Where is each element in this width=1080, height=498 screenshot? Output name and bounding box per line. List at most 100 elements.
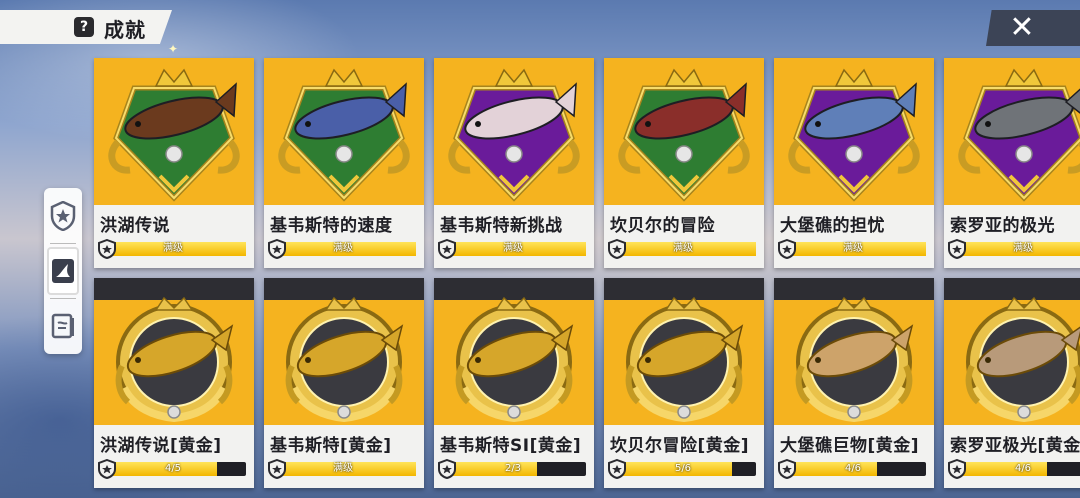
progress-label: 满级 [333,463,353,474]
progress-label: 5/6 [674,463,692,474]
rank-badge-icon [947,458,967,480]
page-title: 成就 [104,18,146,42]
achievement-emblem [604,278,764,428]
achievement-card[interactable]: 大堡礁巨物[黄金] 4/6 [774,278,934,488]
achievement-card[interactable]: 基韦斯特新挑战满级 [434,58,594,268]
card-info: 大堡礁的担忧满级 [774,205,934,268]
progress-bar: 5/6 [610,462,756,476]
progress-bar: 满级 [780,242,926,256]
progress-label: 满级 [673,243,693,254]
achievement-title: 基韦斯特的速度 [270,216,393,236]
achievement-emblem [774,278,934,428]
progress-label: 满级 [333,243,353,254]
tab-star-badge[interactable] [47,192,79,240]
achievement-emblem [94,278,254,428]
card-info: 索罗亚极光[黄金] 4/6 [944,425,1080,488]
progress-label: 满级 [503,243,523,254]
rank-badge-icon [267,458,287,480]
card-info: 大堡礁巨物[黄金] 4/6 [774,425,934,488]
achievement-title: 洪湖传说[黄金] [100,436,222,456]
close-button[interactable]: ✕ [986,10,1080,46]
achievement-card[interactable]: 洪湖传说满级 [94,58,254,268]
achievement-grid: 洪湖传说 满级 基韦斯特的速度 满级 基韦斯特新挑战 满级 坎贝尔的冒险 满级 … [94,58,1080,498]
progress-label: 4/6 [844,463,862,474]
rank-badge-icon [437,238,457,260]
achievement-card[interactable]: 洪湖传说[黄金] 4/5 [94,278,254,488]
rank-badge-icon [267,238,287,260]
card-info: 基韦斯特[黄金] 满级 [264,425,424,488]
progress-bar: 满级 [440,242,586,256]
rank-badge-icon [607,458,627,480]
card-info: 基韦斯特新挑战满级 [434,205,594,268]
fish-fin-icon [52,259,74,283]
rank-badge-icon [947,238,967,260]
progress-bar: 2/3 [440,462,586,476]
achievement-title: 基韦斯特新挑战 [440,216,563,236]
rank-badge-icon [777,238,797,260]
progress-bar: 满级 [100,242,246,256]
achievement-title: 大堡礁的担忧 [780,216,885,236]
progress-label: 满级 [163,243,183,254]
achievement-emblem [264,278,424,428]
achievement-emblem [264,58,424,208]
progress-label: 满级 [1013,243,1033,254]
close-icon: ✕ [1009,10,1035,45]
progress-bar: 满级 [270,462,416,476]
progress-bar: 4/6 [950,462,1080,476]
card-info: 洪湖传说满级 [94,205,254,268]
achievement-card[interactable]: 坎贝尔的冒险满级 [604,58,764,268]
achievement-card[interactable]: 索罗亚极光[黄金] 4/6 [944,278,1080,488]
achievement-emblem [944,58,1080,208]
achievement-title: 基韦斯特[黄金] [270,436,392,456]
achievement-title: 洪湖传说 [100,216,170,236]
tab-book[interactable] [47,302,79,350]
achievement-card[interactable]: 索罗亚的极光满级 [944,58,1080,268]
achievement-emblem [944,278,1080,428]
divider [50,298,76,299]
achievement-emblem [774,58,934,208]
card-info: 基韦斯特SI[黄金] 2/3 [434,425,594,488]
rank-badge-icon [97,458,117,480]
rank-badge-icon [437,458,457,480]
achievement-emblem [604,58,764,208]
card-info: 坎贝尔冒险[黄金] 5/6 [604,425,764,488]
achievement-title: 坎贝尔的冒险 [610,216,715,236]
progress-label: 4/5 [164,463,182,474]
card-info: 基韦斯特的速度满级 [264,205,424,268]
achievement-card[interactable]: 坎贝尔冒险[黄金] 5/6 [604,278,764,488]
side-tab-bar [44,188,82,354]
progress-bar: 4/6 [780,462,926,476]
card-info: 索罗亚的极光满级 [944,205,1080,268]
rank-badge-icon [777,458,797,480]
card-info: 洪湖传说[黄金] 4/5 [94,425,254,488]
achievement-title: 坎贝尔冒险[黄金] [610,436,750,456]
achievement-card[interactable]: 基韦斯特SI[黄金] 2/3 [434,278,594,488]
divider [50,243,76,244]
achievement-emblem [434,58,594,208]
rank-badge-icon [97,238,117,260]
help-icon[interactable]: ? [74,17,94,37]
progress-label: 满级 [843,243,863,254]
progress-bar: 满级 [610,242,756,256]
rank-badge-icon [607,238,627,260]
star-badge-icon [50,201,76,231]
achievement-title: 索罗亚极光[黄金] [950,436,1080,456]
achievement-title: 大堡礁巨物[黄金] [780,436,920,456]
achievement-card[interactable]: 基韦斯特的速度满级 [264,58,424,268]
progress-label: 2/3 [504,463,522,474]
achievement-card[interactable]: 基韦斯特[黄金] 满级 [264,278,424,488]
progress-label: 4/6 [1014,463,1032,474]
progress-bar: 4/5 [100,462,246,476]
header-bar: ? 成就 [0,10,172,44]
achievement-title: 基韦斯特SI[黄金] [440,436,582,456]
achievement-title: 索罗亚的极光 [950,216,1055,236]
card-info: 坎贝尔的冒险满级 [604,205,764,268]
sparkle-icon: ✦ [168,42,179,56]
achievement-emblem [434,278,594,428]
tab-fish[interactable] [47,247,79,295]
achievement-emblem [94,58,254,208]
progress-bar: 满级 [270,242,416,256]
progress-bar: 满级 [950,242,1080,256]
achievement-card[interactable]: 大堡礁的担忧满级 [774,58,934,268]
book-icon [51,313,74,339]
